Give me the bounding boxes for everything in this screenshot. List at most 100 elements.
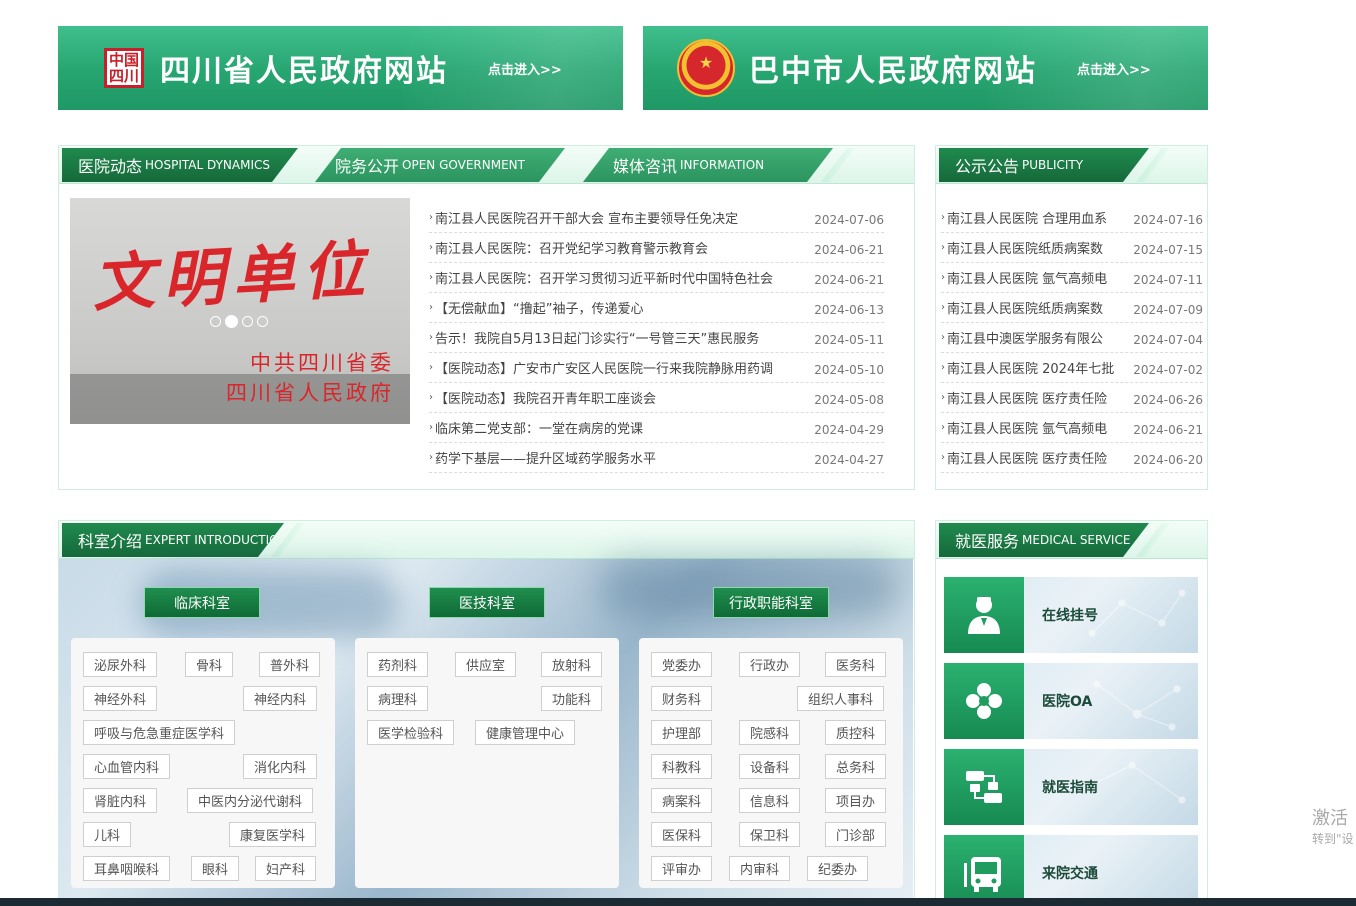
dept-chip[interactable]: 保卫科 bbox=[739, 822, 801, 847]
dept-chip[interactable]: 质控科 bbox=[825, 720, 887, 745]
dept-chip[interactable]: 组织人事科 bbox=[797, 686, 885, 711]
dept-chip[interactable]: 耳鼻咽喉科 bbox=[83, 856, 171, 881]
list-item-title[interactable]: 南江县人民医院纸质病案数 bbox=[947, 298, 1127, 317]
dept-chip[interactable]: 药剂科 bbox=[367, 652, 429, 677]
category-technical-button[interactable]: 医技科室 bbox=[429, 587, 545, 618]
list-item-title[interactable]: 南江县人民医院 医疗责任险 bbox=[947, 388, 1127, 407]
dept-chip[interactable]: 病案科 bbox=[651, 788, 713, 813]
dept-chip[interactable]: 放射科 bbox=[541, 652, 603, 677]
dept-chip[interactable]: 中医内分泌代谢科 bbox=[187, 788, 314, 813]
dept-chip[interactable]: 健康管理中心 bbox=[475, 720, 576, 745]
list-item[interactable]: › 南江县人民医院纸质病案数 2024-07-15 bbox=[941, 233, 1203, 263]
dept-chip[interactable]: 眼科 bbox=[191, 856, 240, 881]
tab-medical-service[interactable]: 就医服务 MEDICAL SERVICE bbox=[939, 523, 1149, 557]
tab-expert-introduction[interactable]: 科室介绍 EXPERT INTRODUCTION bbox=[62, 523, 284, 557]
tab-publicity[interactable]: 公示公告 PUBLICITY bbox=[939, 148, 1149, 182]
dept-chip[interactable]: 病理科 bbox=[367, 686, 429, 711]
dept-chip[interactable]: 护理部 bbox=[651, 720, 713, 745]
banner-enter-link[interactable]: 点击进入>> bbox=[1077, 59, 1151, 78]
list-item-title[interactable]: 南江县人民医院 2024年七批 bbox=[947, 358, 1127, 377]
list-item[interactable]: › 南江县人民医院 2024年七批 2024-07-02 bbox=[941, 353, 1203, 383]
list-item[interactable]: › 南江县人民医院：召开党纪学习教育警示教育会 2024-06-21 bbox=[429, 233, 884, 263]
tab-open-government[interactable]: 院务公开 OPEN GOVERNMENT bbox=[315, 148, 565, 182]
dept-chip[interactable]: 泌尿外科 bbox=[83, 652, 158, 677]
dept-chip[interactable]: 科教科 bbox=[651, 754, 713, 779]
sichuan-gov-banner[interactable]: 中国四川 四川省人民政府网站 点击进入>> bbox=[58, 26, 623, 110]
list-item[interactable]: › 南江县人民医院召开干部大会 宣布主要领导任免决定 2024-07-06 bbox=[429, 203, 884, 233]
service-transport[interactable]: 来院交通 bbox=[944, 835, 1198, 905]
dept-chip[interactable]: 医务科 bbox=[825, 652, 887, 677]
service-hospital-oa[interactable]: 医院OA bbox=[944, 663, 1198, 739]
list-item[interactable]: › 南江县人民医院 医疗责任险 2024-06-26 bbox=[941, 383, 1203, 413]
list-item[interactable]: › 【医院动态】我院召开青年职工座谈会 2024-05-08 bbox=[429, 383, 884, 413]
tab-hospital-dynamics[interactable]: 医院动态 HOSPITAL DYNAMICS bbox=[62, 148, 298, 182]
dept-chip[interactable]: 肾脏内科 bbox=[83, 788, 158, 813]
list-item[interactable]: › 南江县人民医院：召开学习贯彻习近平新时代中国特色社会 2024-06-21 bbox=[429, 263, 884, 293]
dept-chip[interactable]: 康复医学科 bbox=[229, 822, 317, 847]
list-item-title[interactable]: 南江县人民医院：召开学习贯彻习近平新时代中国特色社会 bbox=[435, 268, 808, 287]
list-item[interactable]: › 南江县人民医院 合理用血系 2024-07-16 bbox=[941, 203, 1203, 233]
list-item-title[interactable]: 告示！我院自5月13日起门诊实行“一号管三天”惠民服务 bbox=[435, 328, 808, 347]
service-online-registration[interactable]: 在线挂号 bbox=[944, 577, 1198, 653]
dept-chip[interactable]: 内审科 bbox=[729, 856, 791, 881]
category-admin-button[interactable]: 行政职能科室 bbox=[713, 587, 829, 618]
list-item[interactable]: › 药学下基层——提升区域药学服务水平 2024-04-27 bbox=[429, 443, 884, 473]
list-item-title[interactable]: 临床第二党支部：一堂在病房的党课 bbox=[435, 418, 808, 437]
slide-dot-active[interactable] bbox=[225, 315, 238, 328]
dept-chip[interactable]: 神经内科 bbox=[243, 686, 318, 711]
dept-chip[interactable]: 儿科 bbox=[83, 822, 132, 847]
list-item[interactable]: › 南江县人民医院纸质病案数 2024-07-09 bbox=[941, 293, 1203, 323]
tab-information[interactable]: 媒体咨讯 INFORMATION bbox=[583, 148, 833, 182]
list-item-title[interactable]: 南江县人民医院召开干部大会 宣布主要领导任免决定 bbox=[435, 208, 808, 227]
dept-chip[interactable]: 项目办 bbox=[825, 788, 887, 813]
list-item-title[interactable]: 南江县人民医院 氩气高频电 bbox=[947, 418, 1127, 437]
dept-chip[interactable]: 行政办 bbox=[739, 652, 801, 677]
dept-chip[interactable]: 神经外科 bbox=[83, 686, 158, 711]
list-item[interactable]: › 南江县人民医院 医疗责任险 2024-06-20 bbox=[941, 443, 1203, 473]
list-item[interactable]: › 【医院动态】广安市广安区人民医院一行来我院静脉用药调 2024-05-10 bbox=[429, 353, 884, 383]
dept-chip[interactable]: 妇产科 bbox=[255, 856, 317, 881]
dept-chip[interactable]: 设备科 bbox=[739, 754, 801, 779]
dept-chip[interactable]: 门诊部 bbox=[825, 822, 887, 847]
slide-dot[interactable] bbox=[210, 316, 221, 327]
list-item[interactable]: › 【无偿献血】“撸起”袖子，传递爱心 2024-06-13 bbox=[429, 293, 884, 323]
banner-enter-link[interactable]: 点击进入>> bbox=[488, 59, 562, 78]
list-item-title[interactable]: 南江县人民医院 医疗责任险 bbox=[947, 448, 1127, 467]
dept-chip[interactable]: 医学检验科 bbox=[367, 720, 455, 745]
list-item-title[interactable]: 【医院动态】我院召开青年职工座谈会 bbox=[435, 388, 808, 407]
list-item-title[interactable]: 南江县人民医院 氩气高频电 bbox=[947, 268, 1127, 287]
dept-chip[interactable]: 财务科 bbox=[651, 686, 713, 711]
list-item-title[interactable]: 【医院动态】广安市广安区人民医院一行来我院静脉用药调 bbox=[435, 358, 808, 377]
dept-chip[interactable]: 普外科 bbox=[259, 652, 321, 677]
slide-dot[interactable] bbox=[242, 316, 253, 327]
bazhong-gov-banner[interactable]: ★ 巴中市人民政府网站 点击进入>> bbox=[643, 26, 1208, 110]
list-item-title[interactable]: 南江县中澳医学服务有限公 bbox=[947, 328, 1127, 347]
dept-chip[interactable]: 院感科 bbox=[739, 720, 801, 745]
dept-chip[interactable]: 呼吸与危急重症医学科 bbox=[83, 720, 236, 745]
list-item-title[interactable]: 药学下基层——提升区域药学服务水平 bbox=[435, 448, 808, 467]
list-item[interactable]: › 南江县人民医院 氩气高频电 2024-07-11 bbox=[941, 263, 1203, 293]
list-item[interactable]: › 南江县人民医院 氩气高频电 2024-06-21 bbox=[941, 413, 1203, 443]
dept-chip[interactable]: 纪委办 bbox=[807, 856, 869, 881]
slide-dot[interactable] bbox=[257, 316, 268, 327]
dept-chip[interactable]: 消化内科 bbox=[243, 754, 318, 779]
list-item[interactable]: › 南江县中澳医学服务有限公 2024-07-04 bbox=[941, 323, 1203, 353]
service-medical-guide[interactable]: 就医指南 bbox=[944, 749, 1198, 825]
category-clinical-button[interactable]: 临床科室 bbox=[144, 587, 260, 618]
list-item-title[interactable]: 南江县人民医院 合理用血系 bbox=[947, 208, 1127, 227]
dept-chip[interactable]: 总务科 bbox=[825, 754, 887, 779]
dept-chip[interactable]: 信息科 bbox=[739, 788, 801, 813]
list-item[interactable]: › 临床第二党支部：一堂在病房的党课 2024-04-29 bbox=[429, 413, 884, 443]
news-slideshow[interactable]: 文明单位 中共四川省委 四川省人民政府 bbox=[70, 198, 410, 424]
dept-chip[interactable]: 功能科 bbox=[541, 686, 603, 711]
dept-chip[interactable]: 评审办 bbox=[651, 856, 713, 881]
list-item[interactable]: › 告示！我院自5月13日起门诊实行“一号管三天”惠民服务 2024-05-11 bbox=[429, 323, 884, 353]
dept-chip[interactable]: 党委办 bbox=[651, 652, 713, 677]
list-item-title[interactable]: 南江县人民医院纸质病案数 bbox=[947, 238, 1127, 257]
dept-chip[interactable]: 骨科 bbox=[185, 652, 234, 677]
dept-chip[interactable]: 医保科 bbox=[651, 822, 713, 847]
list-item-title[interactable]: 【无偿献血】“撸起”袖子，传递爱心 bbox=[435, 298, 808, 317]
list-item-title[interactable]: 南江县人民医院：召开党纪学习教育警示教育会 bbox=[435, 238, 808, 257]
dept-chip[interactable]: 供应室 bbox=[455, 652, 517, 677]
dept-chip[interactable]: 心血管内科 bbox=[83, 754, 171, 779]
